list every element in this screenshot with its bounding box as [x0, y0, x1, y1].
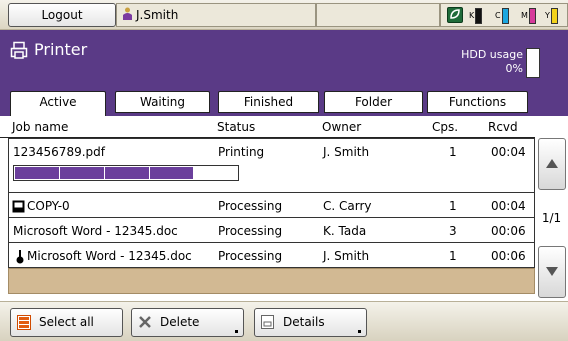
hdd-gauge — [526, 48, 540, 78]
progress-segment — [149, 167, 150, 179]
user-icon — [123, 5, 132, 27]
hdd-usage: HDD usage 0% — [461, 48, 523, 76]
table-row[interactable]: COPY-0 Processing C. Carry 1 00:04 — [8, 193, 535, 218]
progress-segment — [104, 167, 105, 179]
triangle-down-icon — [546, 267, 558, 276]
table-row[interactable]: Microsoft Word - 12345.doc Processing K.… — [8, 218, 535, 243]
tab-active[interactable]: Active — [10, 91, 106, 116]
toner-c-bar — [501, 8, 509, 24]
job-received: 00:04 — [491, 199, 526, 213]
app-header: Printer HDD usage 0% Active Waiting Fini… — [0, 30, 568, 116]
job-status: Processing — [218, 249, 283, 263]
submenu-indicator-icon — [235, 330, 238, 333]
user-indicator: J.Smith — [116, 3, 316, 27]
print-progress-bar — [13, 165, 239, 181]
job-owner: C. Carry — [323, 199, 372, 213]
select-all-icon — [17, 315, 31, 330]
job-copies: 1 — [449, 199, 457, 213]
logout-button[interactable]: Logout — [8, 3, 116, 27]
job-status: Processing — [218, 199, 283, 213]
hdd-usage-label: HDD usage — [461, 48, 523, 61]
action-bar: Select all Delete Details — [0, 301, 568, 341]
job-status: Processing — [218, 224, 283, 238]
status-message-area — [316, 3, 440, 27]
page-title: Printer — [10, 40, 87, 59]
job-copies: 1 — [449, 249, 457, 263]
job-received: 00:06 — [491, 224, 526, 238]
job-owner: J. Smith — [323, 249, 370, 263]
select-all-button[interactable]: Select all — [10, 308, 123, 337]
eco-mode-icon[interactable] — [447, 7, 463, 23]
tab-waiting[interactable]: Waiting — [115, 91, 210, 113]
delete-label: Delete — [160, 315, 200, 329]
toner-m: M — [521, 8, 536, 24]
toner-k: K — [469, 8, 483, 24]
column-owner[interactable]: Owner — [322, 120, 361, 134]
tab-finished[interactable]: Finished — [218, 91, 319, 113]
job-owner: K. Tada — [323, 224, 367, 238]
details-icon — [261, 315, 274, 329]
toner-k-bar — [475, 8, 483, 24]
column-copies[interactable]: Cps. — [432, 120, 458, 134]
scroll-controls: 1/1 — [535, 116, 568, 301]
column-status[interactable]: Status — [217, 120, 255, 134]
job-name: Microsoft Word - 12345.doc — [27, 249, 192, 263]
job-name-cell: Microsoft Word - 12345.doc — [15, 249, 192, 264]
scroll-up-button[interactable] — [538, 138, 566, 190]
empty-row-area — [8, 268, 535, 294]
details-button[interactable]: Details — [254, 308, 367, 337]
details-label: Details — [283, 315, 325, 329]
page-title-text: Printer — [34, 40, 88, 59]
delete-icon — [139, 316, 151, 328]
delete-button[interactable]: Delete — [131, 308, 244, 337]
toner-y: Y — [545, 8, 558, 24]
scroll-down-button[interactable] — [538, 246, 566, 298]
job-table-header: Job name Status Owner Cps. Rcvd — [0, 116, 535, 138]
job-copies: 1 — [449, 145, 457, 159]
user-name: J.Smith — [136, 8, 179, 22]
table-row[interactable]: 123456789.pdf Printing J. Smith 1 00:04 — [8, 138, 535, 193]
progress-segment — [59, 167, 60, 179]
tab-functions[interactable]: Functions — [427, 91, 528, 113]
copy-icon — [12, 200, 25, 213]
job-status: Printing — [218, 145, 265, 159]
toner-y-bar — [550, 8, 558, 24]
page-indicator: 1/1 — [541, 211, 562, 225]
job-name: Microsoft Word - 12345.doc — [13, 224, 178, 238]
column-received[interactable]: Rcvd — [488, 120, 518, 134]
job-received: 00:04 — [491, 145, 526, 159]
job-copies: 3 — [449, 224, 457, 238]
triangle-up-icon — [546, 159, 558, 168]
job-name: COPY-0 — [27, 199, 70, 213]
toner-m-bar — [528, 8, 536, 24]
tab-folder[interactable]: Folder — [324, 91, 423, 113]
toner-levels: K C M Y — [440, 3, 568, 27]
printer-icon — [10, 41, 28, 59]
select-all-label: Select all — [39, 315, 94, 329]
hdd-usage-value: 0% — [505, 62, 523, 75]
column-job-name[interactable]: Job name — [12, 120, 68, 134]
priority-icon — [16, 249, 24, 263]
status-bar: Logout J.Smith K C M Y — [0, 0, 568, 30]
job-owner: J. Smith — [323, 145, 370, 159]
toner-c: C — [495, 8, 509, 24]
submenu-indicator-icon — [358, 330, 361, 333]
table-row[interactable]: Microsoft Word - 12345.doc Processing J.… — [8, 243, 535, 268]
job-received: 00:06 — [491, 249, 526, 263]
job-name: 123456789.pdf — [13, 145, 105, 159]
job-name-cell: COPY-0 — [12, 199, 70, 213]
